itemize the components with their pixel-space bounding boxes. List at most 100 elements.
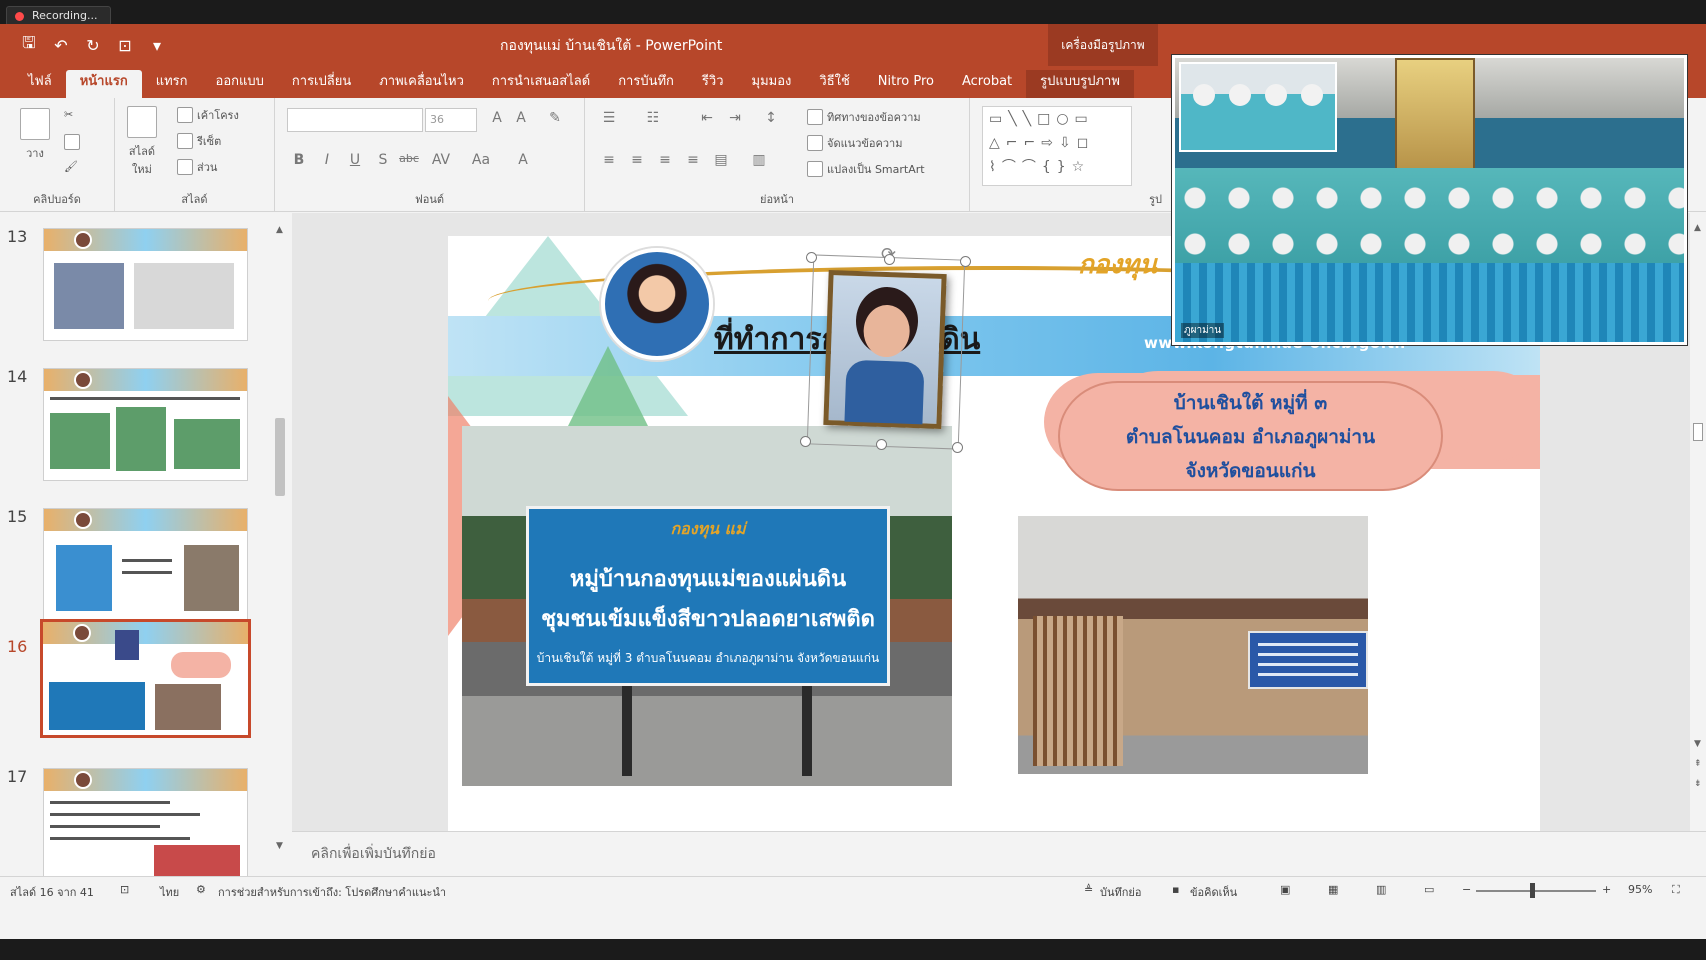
next-slide-icon[interactable]: ⇟ <box>1694 779 1702 789</box>
tab-review[interactable]: รีวิว <box>688 70 738 98</box>
tab-animations[interactable]: ภาพเคลื่อนไหว <box>365 70 478 98</box>
slide-thumbnail-17[interactable] <box>43 768 248 881</box>
bold-icon[interactable]: B <box>289 152 309 168</box>
layout-button[interactable]: เค้าโครง <box>177 106 239 124</box>
align-center-icon[interactable]: ≡ <box>627 152 647 168</box>
font-name-combo[interactable] <box>287 108 423 132</box>
tab-file[interactable]: ไฟล์ <box>14 70 66 98</box>
resize-handle[interactable] <box>960 256 971 267</box>
cut-button[interactable]: ✂ <box>64 108 73 121</box>
slide-sorter-icon[interactable]: ▦ <box>1328 883 1338 896</box>
scroll-up-icon[interactable]: ▲ <box>276 225 283 235</box>
resize-handle[interactable] <box>806 252 817 263</box>
reset-button[interactable]: รีเซ็ต <box>177 132 221 150</box>
slide-thumbnail-15[interactable] <box>43 508 248 621</box>
align-right-icon[interactable]: ≡ <box>655 152 675 168</box>
smartart-button[interactable]: แปลงเป็น SmartArt <box>807 160 925 178</box>
slide-thumbnail-14[interactable] <box>43 368 248 481</box>
clear-formatting-icon[interactable]: ✎ <box>545 110 565 126</box>
tab-help[interactable]: วิธีใช้ <box>805 70 863 98</box>
justify-icon[interactable]: ≡ <box>683 152 703 168</box>
paste-button[interactable]: วาง <box>20 108 50 162</box>
text-direction-button[interactable]: ทิศทางของข้อความ <box>807 108 921 126</box>
tab-home[interactable]: หน้าแรก <box>65 70 142 98</box>
round-portrait-image[interactable] <box>601 248 713 360</box>
zoom-out-icon[interactable]: − <box>1462 883 1471 896</box>
accessibility-status[interactable]: การช่วยสำหรับการเข้าถึง: โปรดศึกษาคำแนะน… <box>218 883 446 901</box>
redo-icon[interactable]: ↻ <box>82 36 104 55</box>
notes-toggle-icon[interactable]: ≜ <box>1084 883 1093 896</box>
numbering-icon[interactable]: ☷ <box>643 110 663 126</box>
copy-button[interactable] <box>64 134 80 150</box>
zoom-slider[interactable] <box>1476 890 1596 892</box>
tab-transitions[interactable]: การเปลี่ยน <box>278 70 365 98</box>
tab-acrobat[interactable]: Acrobat <box>948 70 1026 98</box>
grow-font-icon[interactable]: A <box>487 110 507 126</box>
shapes-gallery[interactable]: ▭╲╲□○▭ △⌐⌐⇨⇩◻ ⌇⌒⌒{}☆ <box>982 106 1132 186</box>
font-color-icon[interactable]: A <box>513 152 533 168</box>
zoom-in-icon[interactable]: + <box>1602 883 1611 896</box>
tab-view[interactable]: มุมมอง <box>738 70 806 98</box>
slide-thumbnail-16[interactable] <box>40 619 251 738</box>
distributed-icon[interactable]: ▤ <box>711 152 731 168</box>
decrease-indent-icon[interactable]: ⇤ <box>697 110 717 126</box>
section-button[interactable]: ส่วน <box>177 158 217 176</box>
resize-handle[interactable] <box>884 254 895 265</box>
font-size-combo[interactable]: 36 <box>425 108 477 132</box>
comments-button[interactable]: ข้อคิดเห็น <box>1190 883 1237 901</box>
slideshow-view-icon[interactable]: ▭ <box>1424 883 1434 896</box>
scroll-thumb[interactable] <box>1693 423 1703 441</box>
reading-view-icon[interactable]: ▥ <box>1376 883 1386 896</box>
tab-picture-format[interactable]: รูปแบบรูปภาพ <box>1026 70 1134 98</box>
language-indicator[interactable]: ไทย <box>160 883 179 901</box>
zoom-level[interactable]: 95% <box>1628 883 1652 896</box>
resize-handle[interactable] <box>876 439 887 450</box>
start-presentation-icon[interactable]: ⊡ <box>114 36 136 55</box>
scroll-down-icon[interactable]: ▼ <box>276 841 283 851</box>
strikethrough-icon[interactable]: abc <box>399 152 419 165</box>
scroll-thumb[interactable] <box>275 418 285 496</box>
bullets-icon[interactable]: ☰ <box>599 110 619 126</box>
fit-to-window-icon[interactable]: ⛶ <box>1672 883 1680 897</box>
scroll-down-icon[interactable]: ▼ <box>1694 739 1701 749</box>
editor-scrollbar[interactable]: ▲ ▼ ⇞ ⇟ <box>1690 213 1706 831</box>
previous-slide-icon[interactable]: ⇞ <box>1694 759 1702 769</box>
undo-icon[interactable]: ↶ <box>50 36 72 55</box>
comments-icon[interactable]: ▪ <box>1172 883 1179 896</box>
cloud-text[interactable]: บ้านเชินใต้ หมู่ที่ ๓ ตำบลโนนคอม อำเภอภู… <box>1058 386 1443 488</box>
tab-record[interactable]: การบันทึก <box>604 70 688 98</box>
slide-thumbnail-13[interactable] <box>43 228 248 341</box>
increase-indent-icon[interactable]: ⇥ <box>725 110 745 126</box>
video-call-overlay[interactable]: ภูผาม่าน <box>1172 55 1687 345</box>
tab-nitro-pro[interactable]: Nitro Pro <box>864 70 948 98</box>
shrink-font-icon[interactable]: A <box>511 110 531 126</box>
new-slide-button[interactable]: สไลด์ ใหม่ <box>127 106 157 178</box>
tab-insert[interactable]: แทรก <box>142 70 202 98</box>
format-painter-button[interactable]: 🖌 <box>64 160 78 173</box>
cam-self-view[interactable] <box>1179 62 1337 152</box>
char-spacing-icon[interactable]: AV <box>431 152 451 168</box>
notes-placeholder[interactable]: คลิกเพื่อเพิ่มบันทึกย่อ <box>311 843 436 865</box>
accessibility-icon[interactable]: ⚙ <box>196 883 206 896</box>
scroll-up-icon[interactable]: ▲ <box>1694 223 1701 233</box>
resize-handle[interactable] <box>800 436 811 447</box>
shadow-icon[interactable]: S <box>373 152 393 168</box>
zoom-slider-knob[interactable] <box>1530 883 1535 898</box>
customize-qat-icon[interactable]: ▾ <box>146 36 168 55</box>
underline-icon[interactable]: U <box>345 152 365 168</box>
line-spacing-icon[interactable]: ↕ <box>761 110 781 126</box>
save-icon[interactable]: 🖫 <box>18 32 40 59</box>
thumbnail-scrollbar[interactable]: ▲ ▼ <box>272 213 288 901</box>
tab-design[interactable]: ออกแบบ <box>202 70 278 98</box>
notes-toggle-button[interactable]: บันทึกย่อ <box>1100 883 1141 901</box>
columns-icon[interactable]: ▥ <box>749 152 769 168</box>
spelling-icon[interactable]: ⊡ <box>120 883 129 896</box>
resize-handle[interactable] <box>952 442 963 453</box>
normal-view-icon[interactable]: ▣ <box>1280 883 1290 896</box>
align-text-button[interactable]: จัดแนวข้อความ <box>807 134 902 152</box>
italic-icon[interactable]: I <box>317 152 337 168</box>
tab-slideshow[interactable]: การนำเสนอสไลด์ <box>478 70 604 98</box>
notes-pane[interactable]: คลิกเพื่อเพิ่มบันทึกย่อ <box>292 831 1706 876</box>
change-case-icon[interactable]: Aa <box>471 152 491 168</box>
align-left-icon[interactable]: ≡ <box>599 152 619 168</box>
